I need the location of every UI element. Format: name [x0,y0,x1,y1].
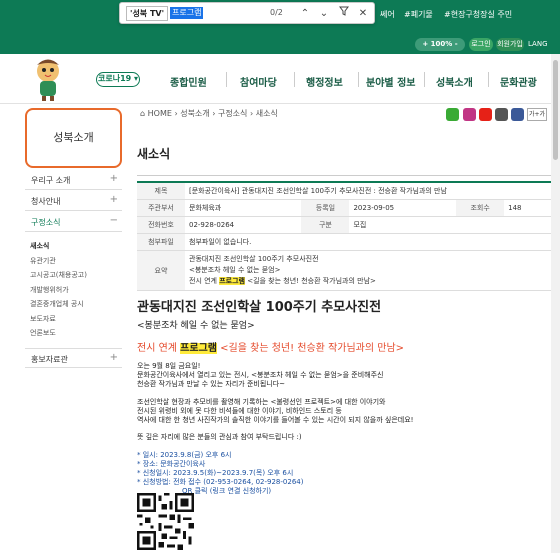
nav-divider [358,72,359,87]
home-icon[interactable]: ⌂ [140,109,145,118]
nav-divider [488,72,489,87]
plus-icon: + [109,352,118,363]
subject-value: [문화공간이육사] 관동대지진 조선인학살 100주기 추모사진전 : 전승환 … [185,183,551,200]
dept-value: 문화체육과 [185,199,302,217]
nav-item-admin[interactable]: 행정정보 [306,74,343,89]
minus-icon: − [109,215,118,226]
corona-button[interactable]: 코로나19 ▾ [96,72,140,87]
info-table: 제목 [문화공간이육사] 관동대지진 조선인학살 100주기 추모사진전 : 전… [137,181,551,291]
attach-value: 첨부파일이 없습니다. [185,233,551,251]
breadcrumb-item[interactable]: 새소식 [256,109,278,118]
sidebar-item-news[interactable]: 구정소식 − [25,212,122,232]
nav-item-about[interactable]: 성북소개 [436,74,473,89]
sub-item-dev-permit[interactable]: 개발행위허가 [30,285,69,295]
youtube-icon[interactable] [479,108,492,121]
nav-item-civil[interactable]: 종합민원 [170,74,207,89]
phone-value: 02-928-0264 [185,216,302,234]
category-value: 모집 [349,216,551,234]
content-program-title: 전시 연계 프로그램 <길을 찾는 청년! 천승환 작가님과의 만남> [137,343,405,354]
top-link-2[interactable]: #폐기물 [404,9,433,20]
summary-label: 요약 [137,250,185,291]
sub-item-marriage[interactable]: 결혼중개업체 공시 [30,299,84,309]
sub-item-press[interactable]: 보도자료 [30,314,56,324]
sub-item-news[interactable]: 새소식 [30,241,49,251]
sub-item-notices[interactable]: 고시공고(채용공고) [30,270,87,280]
qr-link[interactable]: QR 클릭 (링크 연결 신청하기) [182,486,271,496]
attach-label: 첨부파일 [137,233,185,251]
zoom-control[interactable]: + 100% - [415,38,465,51]
search-highlight: 프로그램 [180,343,217,354]
join-button[interactable]: 회원가입 [496,38,524,51]
close-icon[interactable]: ✕ [356,6,370,21]
main-nav [0,54,560,104]
find-input[interactable]: 프로그램 [170,7,204,19]
search-highlight: 프로그램 [219,277,245,285]
summary-line: 관동대지진 조선인학살 100주기 추모사진전 [189,255,319,263]
breadcrumb-item[interactable]: 구정소식 [218,109,247,118]
plus-icon: + [109,173,118,184]
login-button[interactable]: 로그인 [469,38,493,51]
subject-label: 제목 [137,183,185,200]
instagram-icon[interactable] [463,108,476,121]
sidebar-item-label: 구정소식 [31,218,61,227]
content-title: 관동대지진 조선인학살 100주기 추모사진전 [137,300,382,315]
mascot-logo[interactable] [30,56,66,102]
nav-divider [424,72,425,87]
find-bar: '성북 TV' 프로그램 0/2 ⌃ ⌄ ✕ [119,2,375,24]
category-label: 구분 [301,216,350,234]
find-chip[interactable]: '성북 TV' [126,6,169,21]
date-value: 2023-09-05 [349,199,457,217]
summary-line: <봉분조차 헤일 수 없는 묻엄> [189,266,281,274]
title-divider [137,175,551,176]
filter-icon[interactable] [337,6,351,21]
sidebar-title: 성북소개 [25,108,122,168]
print-icon[interactable] [495,108,508,121]
sub-item-agencies[interactable]: 유관기관 [30,256,56,266]
qr-code-image[interactable] [137,493,194,550]
nav-item-culture[interactable]: 문화관광 [500,74,537,89]
font-size-button[interactable]: 가+가 [527,108,547,121]
nav-item-field[interactable]: 분야별 정보 [366,74,415,89]
summary-line: 전시 연계 프로그램 <길을 찾는 청년! 천승환 작가님과의 만남> [189,277,376,285]
breadcrumb-item[interactable]: 성북소개 [180,109,209,118]
sidebar-item-label: 홍보자료관 [31,355,68,364]
find-prev-icon[interactable]: ⌃ [298,6,312,21]
sidebar-item-intro[interactable]: 우리구 소개 + [25,170,122,190]
sidebar-item-office[interactable]: 청사안내 + [25,191,122,211]
sidebar-item-label: 청사안내 [31,197,61,206]
breadcrumb: ⌂ HOME › 성북소개 › 구정소식 › 새소식 [140,109,278,118]
sidebar-item-pr[interactable]: 홍보자료관 + [25,348,122,368]
dept-label: 주관부서 [137,199,185,217]
body-text: 역사에 대한 한 청년 사진작가의 솔직한 이야기를 들어볼 수 있는 시간이 … [137,416,414,424]
summary-value: 관동대지진 조선인학살 100주기 추모사진전 <봉분조차 헤일 수 없는 묻엄… [185,250,551,291]
page-title: 새소식 [137,147,171,161]
body-text: 뜻 깊은 자리에 많은 분들의 관심과 참여 부탁드립니다 :) [137,433,302,441]
views-value: 148 [504,199,551,217]
sidebar-item-label: 우리구 소개 [31,176,71,185]
breadcrumb-home[interactable]: HOME [148,109,172,118]
nav-item-participation[interactable]: 참여마당 [240,74,277,89]
top-link-1[interactable]: 쎄어 [380,9,395,20]
date-label: 등록일 [301,199,350,217]
plus-icon: + [109,194,118,205]
views-label: 조회수 [456,199,505,217]
content-subtitle: <봉분조차 헤일 수 없는 묻엄> [137,321,255,331]
share-icon[interactable] [511,108,524,121]
nav-divider [294,72,295,87]
find-next-icon[interactable]: ⌄ [317,6,331,21]
body-text: 천승환 작가님과 만날 수 있는 자리가 준비됩니다~ [137,380,286,388]
sub-item-media[interactable]: 언론보도 [30,328,56,338]
find-count: 0/2 [270,8,283,17]
top-link-3[interactable]: #현장구청장실 주민 [444,9,512,20]
lang-button[interactable]: LANG [528,40,548,48]
blog-icon[interactable] [446,108,459,121]
nav-divider [226,72,227,87]
phone-label: 전화번호 [137,216,185,234]
scrollbar-thumb[interactable] [553,60,558,160]
